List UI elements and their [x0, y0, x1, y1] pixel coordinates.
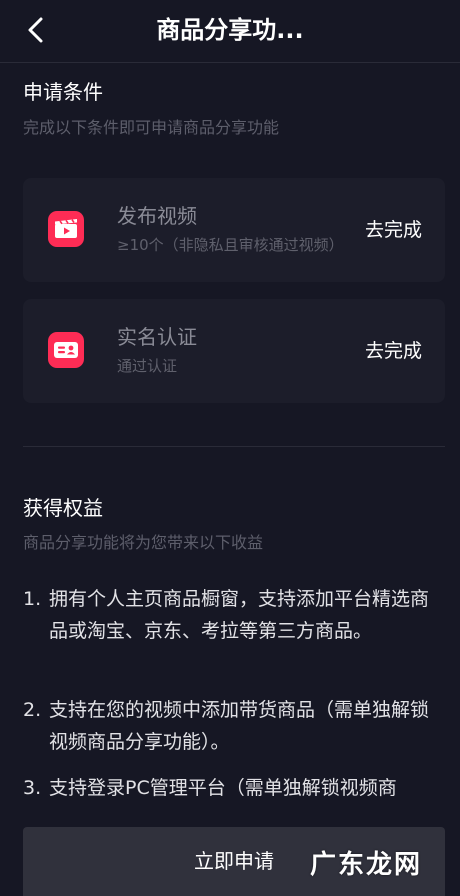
benefits-subheading: 商品分享功能将为您带来以下收益	[23, 533, 264, 552]
condition-desc: 通过认证	[117, 357, 178, 375]
chevron-left-icon	[28, 17, 43, 43]
condition-card-publish-video: 发布视频 ≥10个（非隐私且审核通过视频） 去完成	[23, 178, 445, 282]
conditions-subheading: 完成以下条件即可申请商品分享功能	[23, 118, 280, 137]
condition-desc: ≥10个（非隐私且审核通过视频）	[117, 236, 344, 254]
benefit-text: 拥有个人主页商品橱窗，支持添加平台精选商品或淘宝、京东、考拉等第三方商品。	[49, 588, 430, 642]
benefit-item: 1. 拥有个人主页商品橱窗，支持添加平台精选商品或淘宝、京东、考拉等第三方商品。	[23, 583, 437, 647]
video-clapper-icon	[48, 211, 84, 247]
nav-bar: 商品分享功...	[0, 0, 460, 64]
publish-video-complete-button[interactable]: 去完成	[365, 216, 422, 244]
benefit-number: 3.	[23, 777, 42, 799]
benefit-text: 支持登录PC管理平台（需单独解锁视频商	[49, 777, 397, 799]
condition-card-real-name: 实名认证 通过认证 去完成	[23, 299, 445, 403]
benefit-item: 3. 支持登录PC管理平台（需单独解锁视频商	[23, 772, 437, 804]
real-name-complete-button[interactable]: 去完成	[365, 337, 422, 365]
benefit-number: 2.	[23, 699, 42, 721]
benefit-item: 2. 支持在您的视频中添加带货商品（需单独解锁视频商品分享功能）。	[23, 694, 437, 758]
apply-now-label: 立即申请	[194, 849, 274, 873]
section-divider	[23, 446, 445, 447]
condition-title: 发布视频	[117, 204, 197, 228]
id-card-icon	[48, 332, 84, 368]
benefits-heading: 获得权益	[23, 496, 103, 520]
conditions-heading: 申请条件	[23, 80, 103, 104]
condition-title: 实名认证	[117, 325, 197, 349]
page: 商品分享功... 申请条件 完成以下条件即可申请商品分享功能 发布视频 ≥10个…	[0, 0, 460, 896]
back-button[interactable]	[14, 8, 58, 52]
benefit-number: 1.	[23, 588, 42, 610]
header-divider	[0, 62, 460, 63]
apply-now-button[interactable]: 立即申请	[23, 827, 445, 896]
benefit-text: 支持在您的视频中添加带货商品（需单独解锁视频商品分享功能）。	[49, 699, 430, 753]
page-title: 商品分享功...	[156, 16, 304, 44]
